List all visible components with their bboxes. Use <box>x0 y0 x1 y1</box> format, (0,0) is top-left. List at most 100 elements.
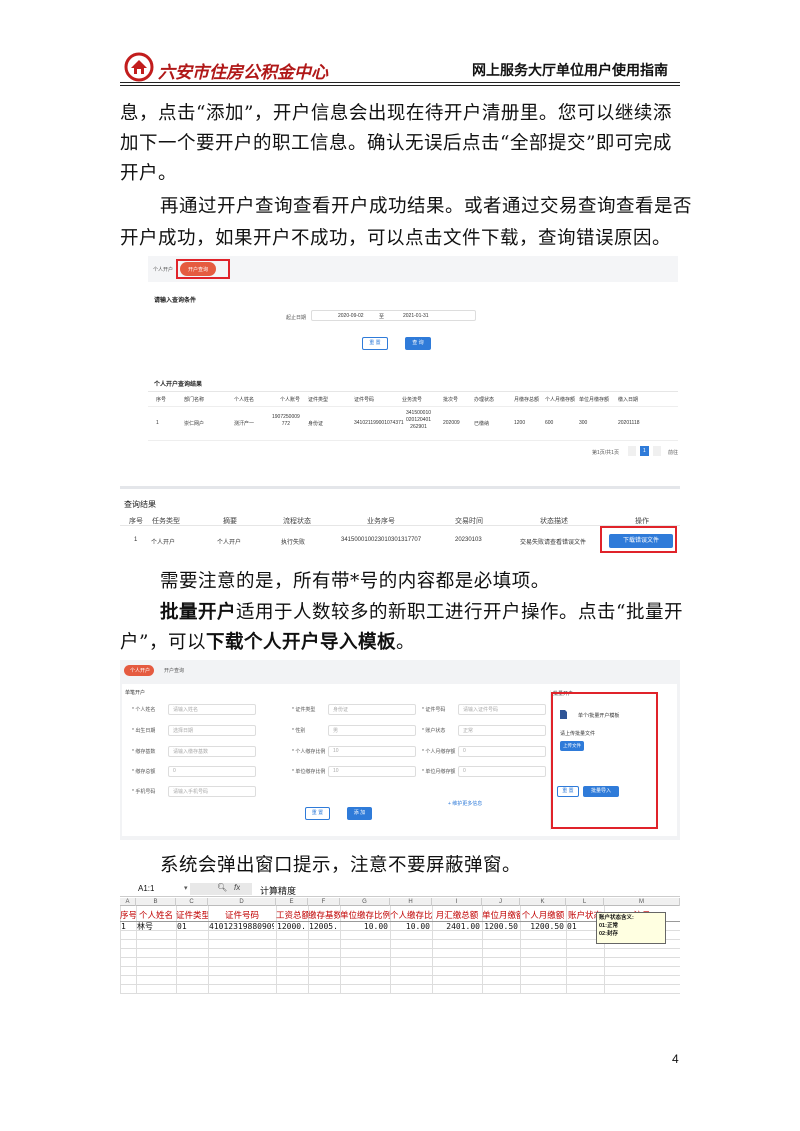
paragraph-line: 加下一个要开户的职工信息。确认无误后点击“全部提交”即可完成 <box>120 133 672 154</box>
screenshot-account-query: 个人开户 开户查询 请输入查询条件 起止日期 2020-09-02 至 2021… <box>148 256 678 466</box>
pagination-info: 第1页/共1页 <box>592 450 619 456</box>
template-header-cell[interactable]: 缴存基数 <box>308 908 340 922</box>
template-data-cell[interactable]: 2401.00 <box>433 922 480 931</box>
template-header-cell[interactable]: 个人姓名 <box>136 908 176 922</box>
template-data-cell[interactable]: 12005.00 <box>309 922 338 931</box>
reset-button[interactable]: 重 置 <box>362 337 388 350</box>
header-title: 网上服务大厅单位用户使用指南 <box>472 63 668 79</box>
column-letter[interactable]: K <box>520 898 566 906</box>
column-letter[interactable]: E <box>276 898 308 906</box>
result-title: 查询结果 <box>124 500 156 509</box>
form-field[interactable]: 10 <box>328 746 416 757</box>
table-cell: 崇仁网户 <box>184 421 205 427</box>
form-field[interactable]: 请输入姓名 <box>168 704 256 715</box>
form-field[interactable]: 0 <box>458 766 546 777</box>
search-icon[interactable]: 🔍︎ <box>217 883 227 892</box>
next-page-button[interactable] <box>653 446 661 456</box>
field-placeholder: 身份证 <box>333 707 349 713</box>
field-placeholder: 男 <box>333 728 339 734</box>
header-divider <box>120 82 680 83</box>
date-range-input[interactable] <box>311 310 476 321</box>
formula-bar[interactable]: 计算精度 <box>260 884 296 897</box>
field-placeholder: 0 <box>463 768 466 774</box>
template-data-cell[interactable]: 12000.00 <box>277 922 306 931</box>
function-icon[interactable]: fx <box>234 883 240 892</box>
template-header-cell[interactable]: 月汇缴总额 <box>432 908 482 922</box>
template-header-cell[interactable]: 证件类型 <box>176 908 208 922</box>
dropdown-arrow-icon[interactable]: ▾ <box>184 884 188 892</box>
column-header: 业务流号 <box>402 397 423 403</box>
field-label: * 证件号码 <box>422 707 446 713</box>
template-header-cell[interactable]: 证件号码 <box>208 908 276 922</box>
form-field[interactable]: 身份证 <box>328 704 416 715</box>
template-header-cell[interactable]: 个人缴存比例 <box>390 908 432 922</box>
column-letter[interactable]: H <box>390 898 432 906</box>
column-letter[interactable]: G <box>340 898 390 906</box>
column-letter[interactable]: J <box>482 898 520 906</box>
template-data-cell[interactable]: 10.00 <box>341 922 388 931</box>
date-to: 2021-01-31 <box>403 313 429 319</box>
field-label: * 缴存基数 <box>132 749 156 755</box>
add-button[interactable]: 添 加 <box>347 807 372 820</box>
template-data-cell[interactable]: 01 <box>177 922 206 931</box>
template-data-cell[interactable]: 1200.50 <box>521 922 564 931</box>
column-letter[interactable]: B <box>136 898 176 906</box>
template-header-cell[interactable]: 单位缴存比例 <box>340 908 390 922</box>
template-data-cell[interactable]: 10.00 <box>391 922 430 931</box>
column-letter[interactable]: M <box>604 898 680 906</box>
table-cell: 已缴纳 <box>474 421 490 427</box>
housing-fund-logo <box>124 52 154 82</box>
column-letter[interactable]: F <box>308 898 340 906</box>
template-data-cell[interactable]: 410123198809092351 <box>209 922 274 931</box>
column-letter[interactable]: A <box>120 898 136 906</box>
prev-page-button[interactable] <box>628 446 636 456</box>
highlight-box <box>600 526 677 553</box>
template-data-cell[interactable]: 1 <box>121 922 134 931</box>
form-field[interactable]: 0 <box>458 746 546 757</box>
grid-line <box>120 966 680 967</box>
form-field[interactable]: 选择日期 <box>168 725 256 736</box>
form-field[interactable]: 请输入证件号码 <box>458 704 546 715</box>
reset-button[interactable]: 重 置 <box>305 807 330 820</box>
template-header-cell[interactable]: 工资总额 <box>276 908 308 922</box>
form-field[interactable]: 男 <box>328 725 416 736</box>
column-letter[interactable]: C <box>176 898 208 906</box>
template-header-cell[interactable]: 序号 <box>120 908 136 922</box>
form-field[interactable]: 10 <box>328 766 416 777</box>
form-field[interactable]: 正常 <box>458 725 546 736</box>
column-letter[interactable]: D <box>208 898 276 906</box>
template-data-cell[interactable]: 林号 <box>137 922 174 931</box>
field-label: * 性别 <box>292 728 306 734</box>
template-header-cell[interactable]: 个人月缴额 <box>520 908 566 922</box>
column-header: 个人月缴存额 <box>545 397 576 403</box>
more-info-link[interactable]: + 维护更多信息 <box>448 800 482 807</box>
logo-text: 六安市住房公积金中心 <box>158 63 328 83</box>
tab-account-query[interactable]: 开户查询 <box>164 667 184 674</box>
column-header: 证件号码 <box>354 397 375 403</box>
table-cell: 341021199001074371 <box>354 420 404 426</box>
grid-line <box>120 984 680 985</box>
paragraph-text: 。 <box>395 632 415 653</box>
form-field[interactable]: 请输入手机号码 <box>168 786 256 797</box>
column-letter[interactable]: L <box>566 898 604 906</box>
column-letter[interactable]: I <box>432 898 482 906</box>
query-button[interactable]: 查 询 <box>405 337 431 350</box>
form-field[interactable]: 0 <box>168 766 256 777</box>
paragraph-line: 批量开户适用于人数较多的新职工进行开户操作。点击“批量开 <box>160 596 722 630</box>
column-header: 办理状态 <box>474 397 495 403</box>
field-placeholder: 10 <box>333 768 339 774</box>
tab-personal-open-label: 个人开户 <box>130 668 151 674</box>
screenshot-query-result: 查询结果 序号 任务类型 摘要 流程状态 业务序号 交易时间 状态描述 操作 1 个人开户 个人开… <box>120 486 680 558</box>
tab-personal-open[interactable]: 个人开户 <box>153 266 173 273</box>
name-box[interactable]: A1:1 <box>138 884 154 893</box>
paragraph-text: 户”，可以 <box>120 632 206 653</box>
date-to-label: 至 <box>379 314 385 320</box>
form-field[interactable]: 请输入缴存基数 <box>168 746 256 757</box>
template-header-cell[interactable]: 单位月缴额 <box>482 908 520 922</box>
paragraph-text: 适用于人数较多的新职工进行开户操作。点击“批量开 <box>236 602 683 623</box>
field-label: * 个人月缴存额 <box>422 749 456 755</box>
template-data-cell[interactable]: 1200.50 <box>483 922 518 931</box>
field-label: * 单位缴存比例 <box>292 769 326 775</box>
column-header: 单位月缴存额 <box>579 397 610 403</box>
column-header: 个人账号 <box>280 397 301 403</box>
